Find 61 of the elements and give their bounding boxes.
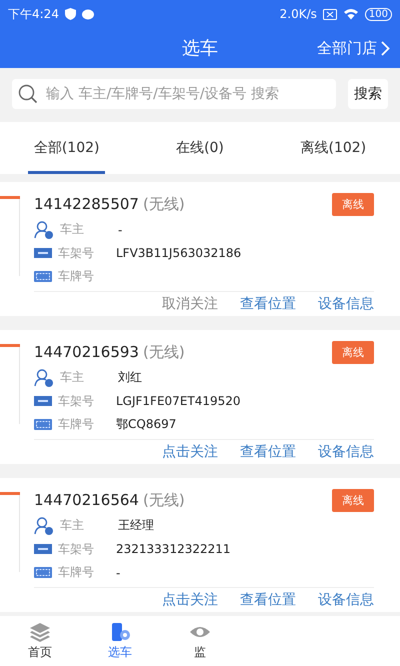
layers-icon bbox=[29, 622, 51, 642]
owner-value: 王经理 bbox=[118, 517, 154, 534]
sim-icon bbox=[322, 8, 337, 20]
device-info-link[interactable]: 设备信息 bbox=[318, 442, 374, 461]
plate-value: 鄂CQ8697 bbox=[116, 416, 176, 434]
phone-gear-icon bbox=[109, 622, 131, 642]
field-label: 车架号 bbox=[58, 392, 95, 410]
wifi-icon bbox=[342, 8, 359, 20]
filter-tab[interactable]: 全部(102) bbox=[28, 122, 106, 174]
follow-link[interactable]: 点击关注 bbox=[162, 590, 218, 609]
vin-value: 232133312322211 bbox=[116, 542, 231, 556]
device-info-link[interactable]: 设备信息 bbox=[318, 590, 374, 609]
plate-value: - bbox=[116, 566, 120, 580]
field-label: 车牌号 bbox=[58, 268, 95, 286]
device-number: 14470216593 bbox=[34, 343, 139, 362]
nav-tab[interactable]: 选车 bbox=[80, 616, 160, 666]
vin-tag-icon bbox=[34, 396, 52, 406]
filter-tab[interactable]: 在线(0) bbox=[170, 122, 230, 174]
battery-level: 100 bbox=[364, 8, 392, 20]
plate-icon bbox=[34, 567, 52, 578]
page-title: 选车 bbox=[182, 37, 218, 60]
network-speed: 2.0K/s bbox=[280, 7, 317, 21]
status-badge: 离线 bbox=[332, 340, 374, 364]
owner-value: 刘红 bbox=[118, 369, 142, 386]
nav-tab[interactable]: 监 bbox=[160, 616, 240, 666]
status-badge: 离线 bbox=[332, 488, 374, 512]
owner-value: - bbox=[118, 222, 122, 237]
status-time: 下午4:24 bbox=[8, 6, 59, 22]
filter-tab[interactable]: 离线(102) bbox=[294, 122, 372, 174]
view-location-link[interactable]: 查看位置 bbox=[240, 442, 296, 461]
field-label: 车架号 bbox=[58, 244, 95, 262]
connection-type: (无线) bbox=[142, 490, 185, 510]
field-label: 车主 bbox=[60, 517, 85, 534]
follow-link[interactable]: 取消关注 bbox=[162, 294, 218, 313]
search-icon bbox=[18, 84, 38, 104]
field-label: 车架号 bbox=[58, 540, 95, 558]
vin-tag-icon bbox=[34, 248, 52, 258]
view-location-link[interactable]: 查看位置 bbox=[240, 590, 296, 609]
field-label: 车主 bbox=[60, 369, 85, 386]
nav-tab[interactable]: 首页 bbox=[0, 616, 80, 666]
plate-icon bbox=[34, 271, 52, 282]
search-button[interactable]: 搜索 bbox=[348, 79, 388, 109]
field-label: 车牌号 bbox=[58, 416, 95, 434]
field-label: 车主 bbox=[60, 221, 85, 238]
connection-type: (无线) bbox=[142, 342, 185, 362]
view-location-link[interactable]: 查看位置 bbox=[240, 294, 296, 313]
status-badge: 离线 bbox=[332, 192, 374, 216]
all-stores-link[interactable]: 全部门店 bbox=[317, 28, 390, 68]
device-number: 14470216564 bbox=[34, 491, 139, 510]
field-label: 车牌号 bbox=[58, 564, 95, 582]
chevron-right-icon bbox=[381, 40, 390, 56]
device-info-link[interactable]: 设备信息 bbox=[318, 294, 374, 313]
device-number: 14142285507 bbox=[34, 195, 139, 214]
follow-link[interactable]: 点击关注 bbox=[162, 442, 218, 461]
shield-icon bbox=[64, 8, 76, 20]
search-field[interactable]: 输入 车主/车牌号/车架号/设备号 搜索 bbox=[12, 79, 336, 109]
vin-value: LGJF1FE07ET419520 bbox=[116, 394, 241, 408]
plate-icon bbox=[34, 419, 52, 430]
vin-value: LFV3B11J563032186 bbox=[116, 246, 242, 260]
connection-type: (无线) bbox=[142, 194, 185, 214]
vin-tag-icon bbox=[34, 544, 52, 554]
